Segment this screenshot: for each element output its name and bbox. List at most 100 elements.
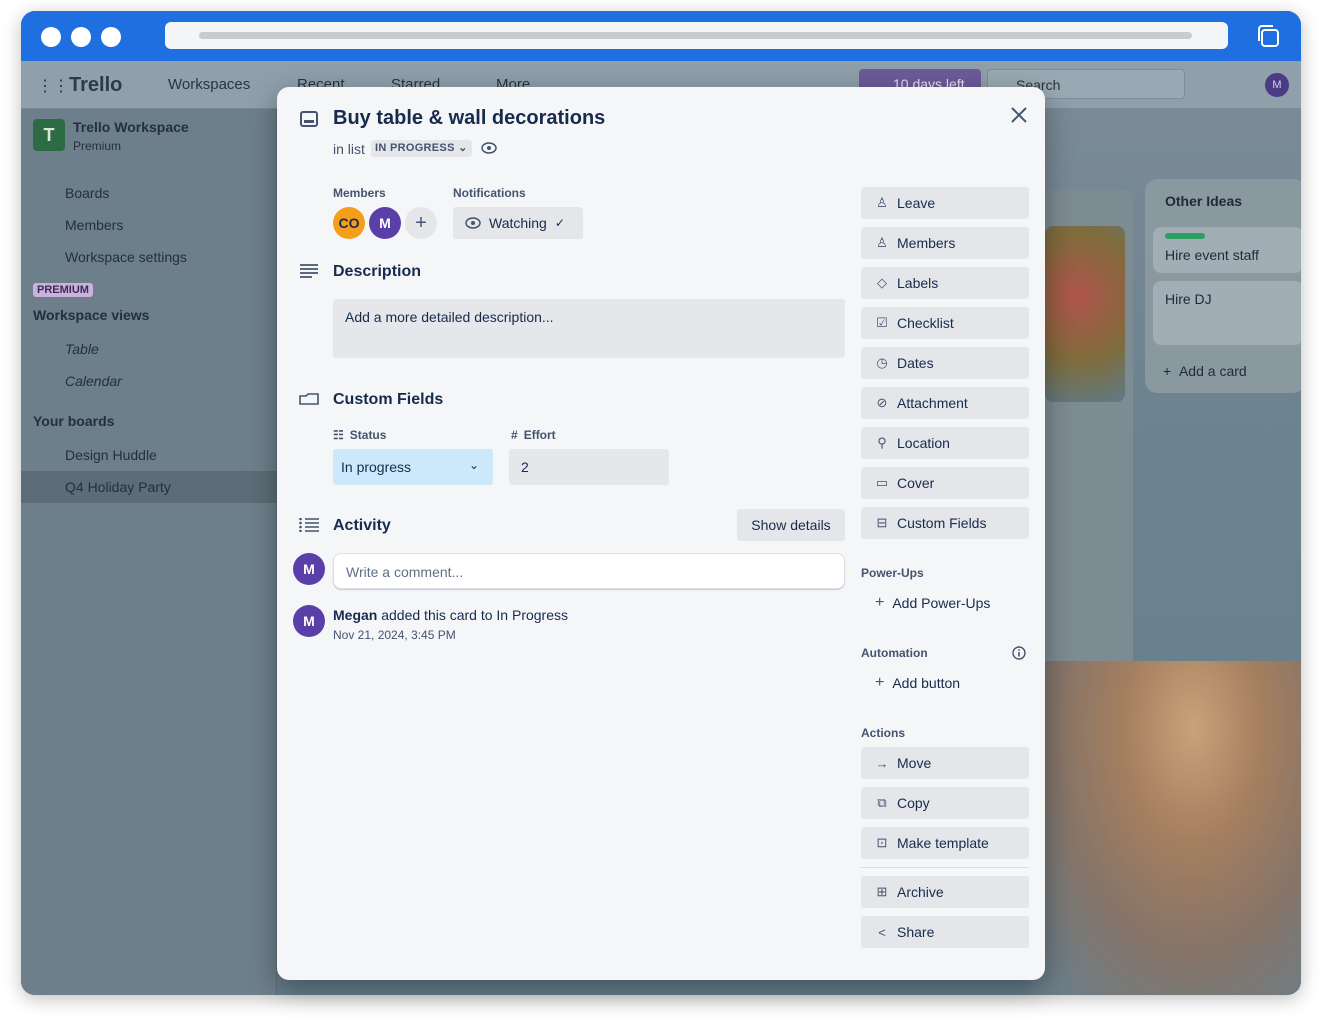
activity-user[interactable]: Megan — [333, 607, 377, 623]
custom-fields-icon: ⊟ — [876, 515, 888, 530]
card-label-green — [1165, 233, 1205, 239]
sidebar-board-design-huddle[interactable]: Design Huddle — [65, 447, 157, 463]
plus-icon: + — [415, 211, 427, 234]
other-ideas-title: Other Ideas — [1165, 193, 1243, 209]
members-label: Members — [333, 186, 386, 200]
plus-icon: + — [875, 594, 885, 611]
move-label: Move — [897, 755, 932, 771]
labels-button[interactable]: ◇ Labels — [861, 267, 1029, 299]
card-title: Hire DJ — [1165, 291, 1212, 307]
activity-timestamp[interactable]: Nov 21, 2024, 3:45 PM — [333, 628, 456, 642]
add-power-ups-button[interactable]: + Add Power-Ups — [861, 587, 1029, 619]
make-template-label: Make template — [897, 835, 989, 851]
automation-label: Automation — [861, 646, 928, 660]
add-member-button[interactable]: + — [405, 207, 437, 239]
list-name-label: IN PROGRESS — [375, 142, 455, 154]
cover-button[interactable]: ▭ Cover — [861, 467, 1029, 499]
attachment-button[interactable]: ⊘ Attachment — [861, 387, 1029, 419]
custom-fields-button[interactable]: ⊟ Custom Fields — [861, 507, 1029, 539]
card-title[interactable]: Buy table & wall decorations — [333, 107, 605, 130]
dates-label: Dates — [897, 355, 934, 371]
chevron-down-icon: ⌄ — [458, 142, 468, 154]
eye-icon[interactable] — [481, 142, 497, 154]
checklist-label: Checklist — [897, 315, 954, 331]
actions-divider — [861, 867, 1029, 868]
background-cupcake-image — [1031, 661, 1301, 995]
member-avatar-co[interactable]: CO — [333, 207, 365, 239]
copy-button[interactable]: ⧉ Copy — [861, 787, 1029, 819]
description-icon — [300, 264, 318, 278]
description-editor[interactable]: Add a more detailed description... — [333, 299, 845, 358]
watching-button[interactable]: Watching ✓ — [453, 207, 583, 239]
power-ups-label: Power-Ups — [861, 566, 924, 580]
checklist-button[interactable]: ☑ Checklist — [861, 307, 1029, 339]
card-hire-event-staff[interactable]: Hire event staff — [1153, 227, 1301, 273]
close-icon — [1011, 107, 1027, 123]
chevron-down-icon: ⌄ — [468, 458, 479, 472]
add-automation-button[interactable]: + Add button — [861, 667, 1029, 699]
add-power-ups-label: Add Power-Ups — [892, 595, 991, 611]
effort-input[interactable]: 2 — [509, 449, 669, 485]
activity-action: added this card to In Progress — [377, 607, 569, 623]
notifications-label: Notifications — [453, 186, 526, 200]
apps-grid-icon[interactable]: ⋮⋮ — [37, 76, 69, 96]
card-hire-dj[interactable]: Hire DJ — [1153, 281, 1301, 345]
comment-input[interactable]: Write a comment... — [333, 553, 845, 589]
close-modal-button[interactable] — [1005, 101, 1033, 129]
window-zoom-dot[interactable] — [101, 27, 121, 47]
address-placeholder-bar — [199, 32, 1192, 39]
actions-label: Actions — [861, 726, 906, 740]
status-field-icon: ☷ — [333, 428, 344, 442]
add-card-label: Add a card — [1178, 363, 1247, 379]
member-avatar-m[interactable]: M — [369, 207, 401, 239]
archive-button[interactable]: ⊞ Archive — [861, 876, 1029, 908]
members-button[interactable]: ♙ Members — [861, 227, 1029, 259]
custom-fields-icon — [299, 393, 319, 405]
location-label: Location — [897, 435, 950, 451]
effort-label-text: Effort — [523, 428, 556, 442]
person-icon: ♙ — [876, 195, 888, 210]
sidebar-board-q4-holiday-party[interactable]: Q4 Holiday Party — [65, 479, 171, 495]
nav-workspaces[interactable]: Workspaces — [168, 76, 250, 93]
location-button[interactable]: ⚲ Location — [861, 427, 1029, 459]
template-icon: ⊡ — [876, 835, 888, 850]
share-button[interactable]: < Share — [861, 916, 1029, 948]
user-avatar[interactable]: M — [1265, 73, 1289, 97]
card-icon — [300, 111, 318, 127]
window-close-dot[interactable] — [41, 27, 61, 47]
sidebar-view-table[interactable]: Table — [65, 341, 99, 357]
add-card-button[interactable]: + Add a card — [1163, 363, 1247, 379]
move-button[interactable]: → Move — [861, 747, 1029, 779]
sidebar-item-workspace-settings[interactable]: Workspace settings — [65, 249, 187, 265]
cover-label: Cover — [897, 475, 935, 491]
window-minimize-dot[interactable] — [71, 27, 91, 47]
custom-fields-heading: Custom Fields — [333, 391, 444, 408]
paperclip-icon: ⊘ — [876, 395, 888, 410]
sidebar-item-boards[interactable]: Boards — [65, 185, 109, 201]
trello-logo[interactable]: Trello — [69, 74, 122, 97]
address-bar[interactable] — [165, 22, 1228, 49]
show-details-button[interactable]: Show details — [737, 509, 845, 541]
members-button-label: Members — [897, 235, 956, 251]
make-template-button[interactable]: ⊡ Make template — [861, 827, 1029, 859]
copy-label: Copy — [897, 795, 930, 811]
comment-avatar: M — [293, 553, 325, 585]
dates-button[interactable]: ◷ Dates — [861, 347, 1029, 379]
card-detail-modal: Buy table & wall decorations in list IN … — [277, 87, 1045, 980]
arrow-right-icon: → — [875, 755, 889, 771]
sidebar-board-active[interactable]: Q4 Holiday Party — [21, 471, 277, 503]
plus-icon: + — [875, 674, 885, 691]
copy-window-icon[interactable] — [1255, 23, 1281, 49]
your-boards-heading: Your boards — [33, 413, 115, 429]
leave-label: Leave — [897, 195, 936, 211]
leave-button[interactable]: ♙ Leave — [861, 187, 1029, 219]
tag-icon: ◇ — [877, 275, 887, 290]
custom-fields-label: Custom Fields — [897, 515, 987, 531]
clock-icon: ◷ — [876, 355, 888, 370]
check-icon: ✓ — [554, 216, 565, 230]
info-icon[interactable] — [1012, 646, 1026, 660]
sidebar-view-calendar[interactable]: Calendar — [65, 373, 122, 389]
list-name-dropdown[interactable]: IN PROGRESS ⌄ — [371, 140, 472, 157]
sidebar-item-members[interactable]: Members — [65, 217, 123, 233]
status-select[interactable]: In progress ⌄ — [333, 449, 493, 485]
